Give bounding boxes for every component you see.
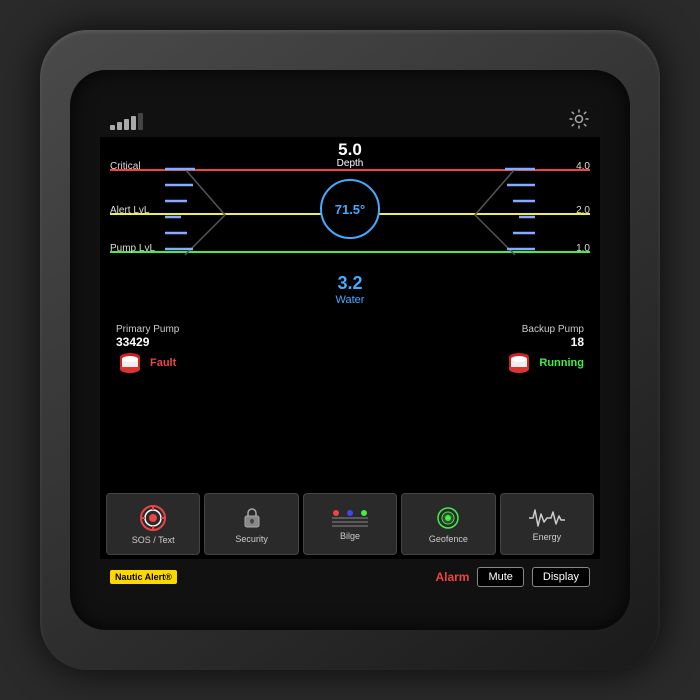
pump-section: Primary Pump 33429 Fault: [110, 320, 590, 385]
primary-pump: Primary Pump 33429 Fault: [116, 324, 341, 381]
energy-button[interactable]: Energy: [500, 493, 594, 555]
backup-pump-icon: [505, 349, 533, 377]
primary-pump-status: Fault: [150, 357, 176, 369]
main-area: 5.0 Depth Critical Alert LvL Pump LvL 4.…: [100, 137, 600, 489]
right-gauge-svg: [405, 165, 535, 265]
bilge-icon: [332, 507, 368, 529]
backup-pump: Backup Pump 18 Running: [359, 324, 584, 381]
alert-value: 2.0: [576, 205, 590, 216]
sos-label: SOS / Text: [132, 535, 175, 546]
signal-bar-5: [138, 113, 143, 130]
geofence-button[interactable]: Geofence: [401, 493, 495, 555]
signal-bar-3: [124, 119, 129, 130]
energy-icon: [529, 506, 565, 530]
screen: 5.0 Depth Critical Alert LvL Pump LvL 4.…: [100, 105, 600, 595]
critical-label: Critical: [110, 161, 141, 172]
pump-value: 1.0: [576, 243, 590, 254]
angle-display: 71.5°: [320, 179, 380, 239]
pump-label: Pump LvL: [110, 243, 155, 254]
mute-button[interactable]: Mute: [477, 567, 523, 587]
security-icon: [238, 504, 266, 532]
backup-pump-label: Backup Pump: [522, 324, 584, 335]
security-label: Security: [235, 534, 268, 545]
signal-bars: [110, 113, 143, 130]
bilge-label: Bilge: [340, 531, 360, 542]
signal-bar-4: [131, 116, 136, 130]
depth-label: Depth: [337, 158, 364, 169]
water-value: 3.2: [336, 273, 365, 294]
alert-label: Alert LvL: [110, 205, 149, 216]
backup-pump-count: 18: [571, 335, 584, 349]
button-bar: SOS / Text Security: [100, 489, 600, 559]
backup-pump-status: Running: [539, 357, 584, 369]
brand-badge: Nautic Alert®: [110, 570, 177, 584]
settings-icon[interactable]: [568, 108, 590, 135]
primary-pump-label: Primary Pump: [116, 324, 179, 335]
device-inner: 5.0 Depth Critical Alert LvL Pump LvL 4.…: [70, 70, 630, 630]
signal-bar-2: [117, 122, 122, 130]
geofence-label: Geofence: [429, 534, 468, 545]
depth-value: 5.0: [337, 141, 364, 158]
signal-bar-1: [110, 125, 115, 130]
energy-label: Energy: [533, 532, 562, 543]
gauge-section: 5.0 Depth Critical Alert LvL Pump LvL 4.…: [110, 141, 590, 316]
primary-pump-icon: [116, 349, 144, 377]
sos-icon: [138, 503, 168, 533]
water-label: Water: [336, 294, 365, 306]
primary-pump-count: 33429: [116, 335, 149, 349]
security-button[interactable]: Security: [204, 493, 298, 555]
critical-value: 4.0: [576, 161, 590, 172]
geofence-icon: [434, 504, 462, 532]
bilge-button[interactable]: Bilge: [303, 493, 397, 555]
display-button[interactable]: Display: [532, 567, 590, 587]
top-bar: [100, 105, 600, 137]
device-outer: 5.0 Depth Critical Alert LvL Pump LvL 4.…: [40, 30, 660, 670]
water-display: 3.2 Water: [336, 273, 365, 306]
sos-button[interactable]: SOS / Text: [106, 493, 200, 555]
status-bar: Nautic Alert® Alarm Mute Display: [100, 559, 600, 595]
alarm-text: Alarm: [435, 570, 469, 584]
left-gauge-svg: [165, 165, 295, 265]
